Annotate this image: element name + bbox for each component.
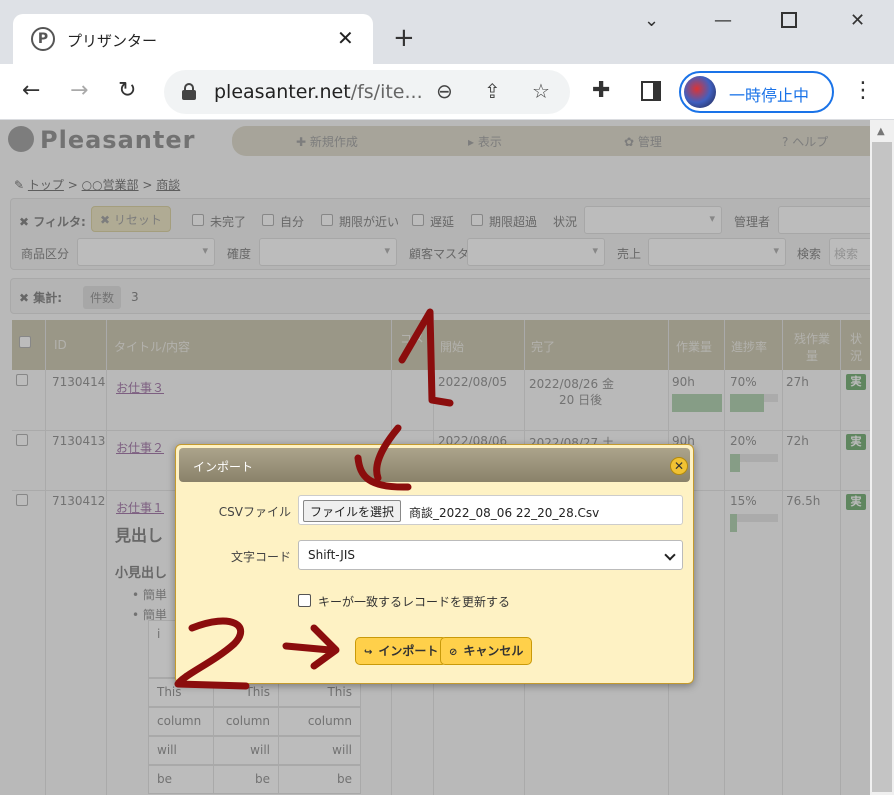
dialog-titlebar: インポート ✕ [179,448,690,482]
share-icon[interactable]: ⇪ [484,79,501,103]
encoding-select[interactable]: Shift-JIS [298,540,683,570]
update-matching-checkbox[interactable] [298,594,311,607]
back-icon[interactable]: ← [22,78,40,103]
profile-button[interactable]: 一時停止中 [679,71,834,113]
selected-file-name: 商談_2022_08_06 22_20_28.Csv [409,506,600,520]
encoding-label: 文字コード [230,550,291,564]
choose-file-button[interactable]: ファイルを選択 [303,500,402,522]
import-button[interactable]: ↪ インポート [355,637,448,665]
import-dialog: インポート ✕ CSVファイル ファイルを選択 商談_2022_08_06 22… [175,444,694,684]
csv-file-input[interactable]: ファイルを選択 商談_2022_08_06 22_20_28.Csv [298,495,683,525]
avatar [684,76,716,108]
dialog-close-icon[interactable]: ✕ [670,457,688,475]
pleasanter-favicon-icon: P [31,27,55,51]
lock-icon[interactable] [182,83,196,100]
zoom-out-icon[interactable]: ⊖ [436,79,453,103]
address-bar[interactable]: pleasanter.net/fs/ite... ⊖ ⇪ ☆ [164,70,570,114]
update-matching-label[interactable]: キーが一致するレコードを更新する [318,593,510,610]
tab-title: プリザンター [67,32,158,50]
cancel-button[interactable]: ⊘ キャンセル [440,637,533,665]
menu-dots-icon[interactable]: ⋮ [852,78,874,103]
side-panel-icon[interactable] [641,81,661,101]
browser-tab-bar: P プリザンター ✕ + ⌄ — ✕ [0,0,894,64]
tab-close-icon[interactable]: ✕ [337,26,354,50]
bookmark-star-icon[interactable]: ☆ [532,79,550,103]
maximize-icon[interactable] [781,12,797,28]
chevron-down-icon [664,549,676,561]
window-close-icon[interactable]: ✕ [850,10,865,31]
encoding-value: Shift-JIS [308,548,355,562]
dialog-title: インポート [193,460,254,474]
extensions-puzzle-icon[interactable]: ✚ [592,78,610,103]
cancel-icon: ⊘ [449,647,458,658]
forward-icon[interactable]: → [70,78,88,103]
import-arrow-icon: ↪ [364,647,373,658]
scrollbar-thumb[interactable] [872,142,892,792]
tab-search-icon[interactable]: ⌄ [644,10,659,31]
minimize-icon[interactable]: — [714,10,732,31]
browser-tab[interactable]: P プリザンター ✕ [13,14,373,64]
page-scrollbar[interactable]: ▲ [870,120,894,795]
csv-file-label: CSVファイル [218,505,291,519]
new-tab-icon[interactable]: + [393,24,415,52]
url-text: pleasanter.net/fs/ite... [214,81,423,103]
scroll-up-icon[interactable]: ▲ [877,126,885,137]
reload-icon[interactable]: ↻ [118,78,136,103]
profile-status-label: 一時停止中 [729,86,810,105]
